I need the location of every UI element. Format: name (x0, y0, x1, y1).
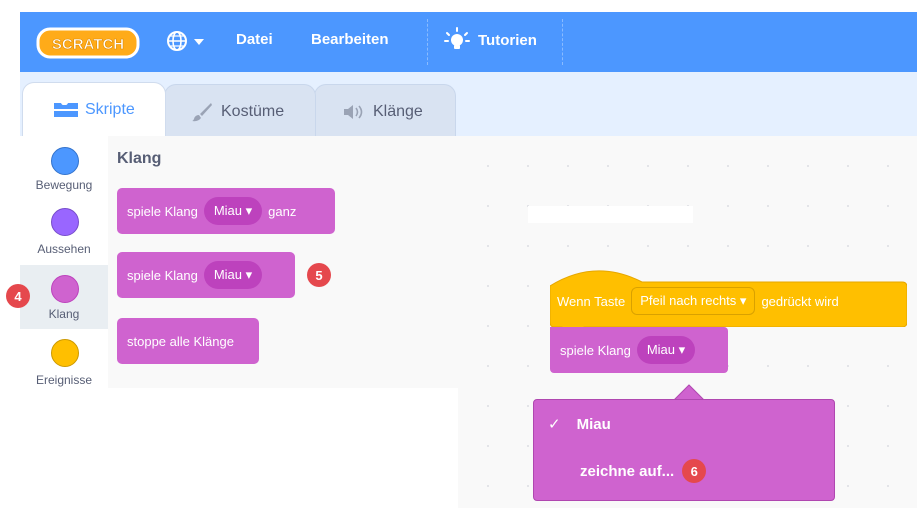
looks-dot-icon (51, 208, 79, 236)
category-motion-label: Bewegung (35, 178, 93, 192)
key-select-value: Pfeil nach rechts (640, 293, 737, 308)
speaker-icon (344, 105, 363, 119)
tab-costumes-label: Kostüme (221, 103, 285, 120)
tab-sounds[interactable]: Klänge (314, 84, 456, 137)
block-text: stoppe alle Klänge (127, 333, 234, 349)
block-text: spiele Klang (127, 203, 198, 219)
lightbulb-icon (444, 27, 470, 49)
tab-scripts-label: Skripte (85, 101, 135, 118)
menu-edit[interactable]: Bearbeiten (311, 31, 389, 48)
sound-dot-icon (51, 275, 79, 303)
tab-costumes[interactable]: Kostüme (164, 84, 316, 137)
category-motion[interactable]: Bewegung (20, 143, 108, 201)
block-when-key-pressed[interactable]: Wenn Taste Pfeil nach rechts ▾ gedrückt … (550, 264, 907, 327)
step-badge-4: 4 (6, 284, 30, 308)
sound-select[interactable]: Miau ▾ (203, 197, 263, 225)
menu-file[interactable]: Datei (236, 31, 273, 48)
category-sound-label: Klang (48, 307, 80, 321)
category-looks[interactable]: Aussehen (20, 204, 108, 262)
palette-section-title: Klang (117, 150, 162, 167)
language-menu[interactable] (166, 30, 212, 52)
category-events[interactable]: Ereignisse (20, 335, 108, 387)
category-events-label: Ereignisse (35, 373, 93, 387)
sound-select-value: Miau (213, 267, 243, 282)
scratch-logo[interactable]: SCRATCH (36, 26, 140, 60)
dropdown-item-label: zeichne auf... (580, 462, 675, 480)
tab-sounds-label: Klänge (373, 103, 423, 120)
script-block-start-sound[interactable]: spiele Klang Miau ▾ (550, 327, 728, 373)
block-text: ganz (268, 203, 297, 219)
svg-text:SCRATCH: SCRATCH (52, 36, 124, 53)
sound-dropdown-menu: ✓ Miau zeichne auf... 6 (533, 399, 835, 501)
block-stop-all-sounds[interactable]: stoppe alle Klänge (117, 318, 259, 364)
sound-select-value: Miau (646, 342, 676, 357)
menu-tutorials[interactable]: Tutorien (444, 27, 537, 53)
dropdown-item-meow[interactable]: ✓ Miau (548, 415, 611, 434)
menu-separator (562, 19, 563, 65)
events-dot-icon (51, 339, 79, 367)
block-text: spiele Klang (560, 342, 631, 358)
dropdown-item-label: Miau (576, 415, 611, 433)
key-select[interactable]: Pfeil nach rechts ▾ (631, 287, 756, 315)
sound-select[interactable]: Miau ▾ (203, 261, 263, 289)
category-sound[interactable]: Klang (20, 271, 108, 329)
hat-text: gedrückt wird (761, 293, 839, 309)
block-start-sound[interactable]: spiele Klang Miau ▾ (117, 252, 295, 298)
block-play-sound-until-done[interactable]: spiele Klang Miau ▾ ganz (117, 188, 335, 234)
step-badge-6: 6 (682, 459, 707, 483)
menu-separator (427, 19, 428, 65)
blank-overlay (528, 206, 693, 223)
code-icon (54, 103, 78, 117)
block-text: spiele Klang (127, 267, 198, 283)
page-background (20, 388, 458, 508)
step-badge-5: 5 (307, 263, 331, 287)
checkmark-icon: ✓ (548, 416, 561, 433)
menu-tutorials-label: Tutorien (478, 31, 537, 49)
globe-icon (167, 31, 204, 51)
motion-dot-icon (51, 147, 79, 175)
hat-text: Wenn Taste (557, 293, 626, 309)
brush-icon (192, 103, 212, 122)
sound-select-value: Miau (213, 203, 243, 218)
sound-select-active[interactable]: Miau ▾ (636, 336, 696, 364)
tab-scripts[interactable]: Skripte (22, 82, 166, 137)
category-looks-label: Aussehen (37, 242, 91, 256)
dropdown-item-record[interactable]: zeichne auf... 6 (580, 459, 707, 483)
